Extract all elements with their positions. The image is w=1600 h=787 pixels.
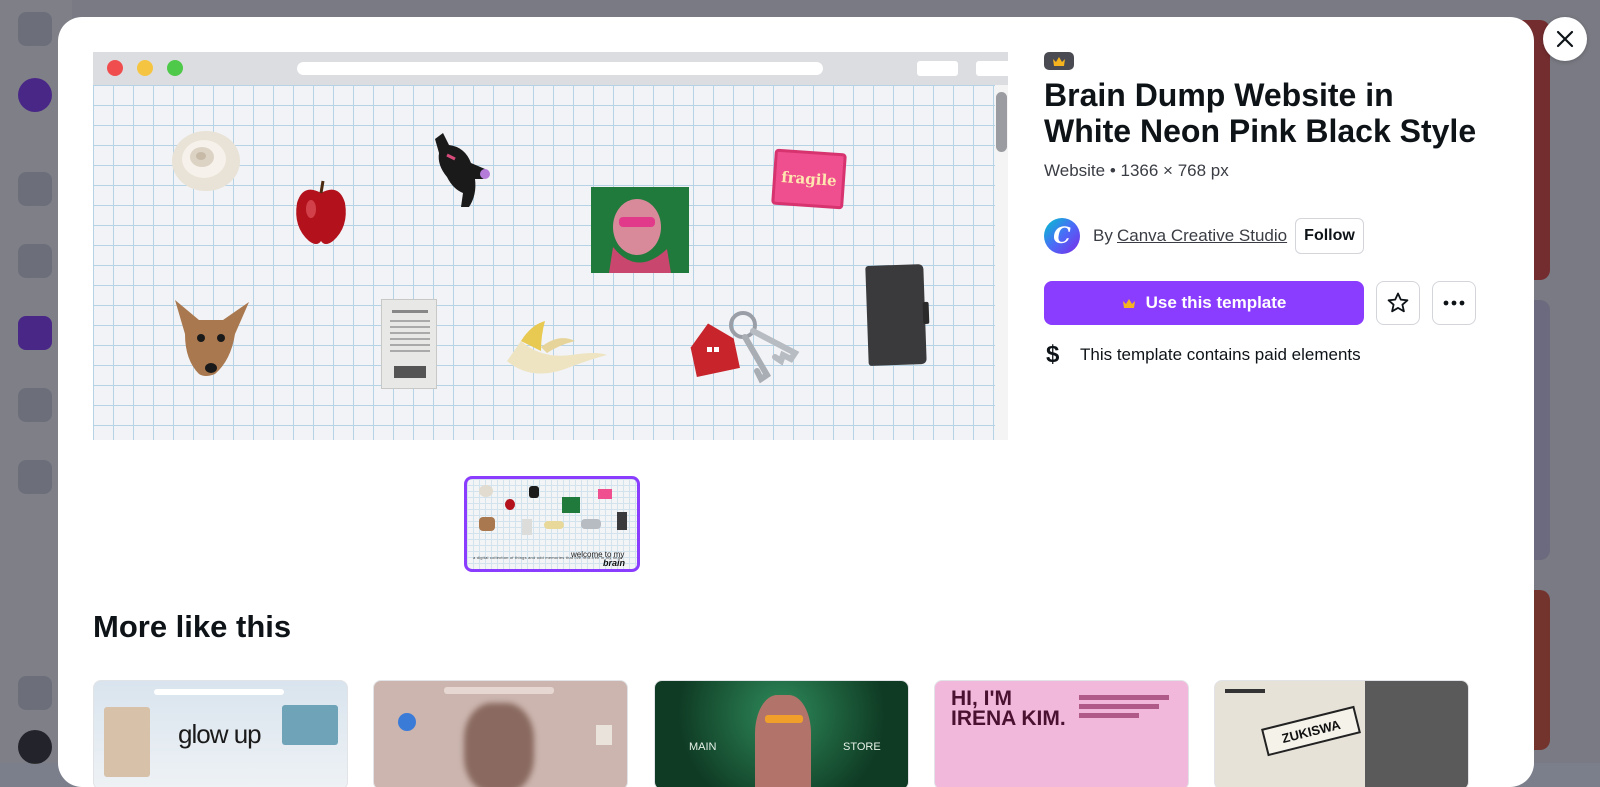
browser-bar [93,52,1008,85]
card-text-line [1079,695,1169,700]
thumb-shell [479,485,493,497]
browser-button [917,61,958,76]
template-card[interactable]: MAIN STORE [654,680,909,787]
fragile-sign: fragile [771,148,847,210]
thumb-receipt [522,519,532,535]
card-title: glow up [178,719,262,749]
more-icon [1443,300,1465,306]
template-card[interactable]: ZUKISWA [1214,680,1469,787]
paid-elements-note: This template contains paid elements [1080,345,1361,364]
card-title: STORE [843,741,881,753]
card-title: ZUKISWA [1261,705,1361,757]
dollar-icon: $ [1046,341,1060,368]
close-button[interactable] [1543,17,1587,61]
template-meta: Website • 1366 × 768 px [1044,161,1229,180]
star-icon [1387,292,1409,313]
crown-icon [1053,56,1065,66]
card-icon [398,713,416,731]
card-photo [282,705,338,745]
url-bar [297,62,823,75]
use-template-label: Use this template [1145,293,1287,312]
browser-button [976,61,1008,76]
canva-logo-icon: C [1053,223,1071,249]
author-avatar[interactable]: C [1044,218,1080,254]
template-modal: fragile a digital collection of things a… [58,17,1534,787]
card-photo [464,703,534,787]
card-title: HI, I'M IRENA KIM. [951,687,1066,730]
more-like-this-heading: More like this [93,609,292,644]
card-text-line [1225,689,1265,693]
favorite-button[interactable] [1376,281,1420,325]
more-options-button[interactable] [1432,281,1476,325]
thumb-cat [529,486,539,498]
card-text-line [1079,704,1159,709]
thumb-notebook [617,512,627,530]
thumb-brain: brain [603,558,626,568]
card-photo [1365,681,1468,787]
window-minimize-dot [137,60,153,76]
grid-canvas: fragile [93,85,995,440]
card-photo [755,695,811,787]
card-text-line [1079,713,1139,718]
notebook-sticker [865,264,930,366]
window-maximize-dot [167,60,183,76]
thumb-photo [562,497,580,513]
template-title: Brain Dump Website in White Neon Pink Bl… [1044,77,1477,149]
receipt-sticker [381,299,437,389]
card-photo [104,707,150,777]
card-nav [444,687,554,694]
card-glasses [765,715,803,723]
cat-sticker [435,133,490,207]
thumb-keys [581,519,601,529]
author-prefix: By [1093,226,1113,245]
thumb-fragile [598,489,612,499]
dog-sticker [175,300,249,376]
close-icon [1556,30,1574,48]
use-template-button[interactable]: Use this template [1044,281,1364,325]
crown-icon [1122,298,1135,308]
template-card[interactable] [373,680,628,787]
follow-button[interactable]: Follow [1295,218,1364,254]
banana-sticker [507,321,607,374]
shell-sticker [172,131,240,191]
keys-sticker [690,311,800,384]
apple-sticker [296,180,346,244]
thumb-banana [544,521,564,529]
card-nav [154,689,284,695]
template-card[interactable]: glow up [93,680,348,787]
template-card[interactable]: HI, I'M IRENA KIM. [934,680,1189,787]
author-link[interactable]: Canva Creative Studio [1117,226,1287,246]
page-thumbnail[interactable]: a digital collection of things and odd m… [464,476,640,572]
card-icon [596,725,612,745]
thumb-apple [505,499,515,510]
premium-badge [1044,52,1074,70]
preview-scrollbar-thumb[interactable] [996,92,1007,152]
portrait-photo [591,187,689,273]
card-title: MAIN [689,741,717,753]
window-close-dot [107,60,123,76]
template-preview: fragile [93,52,1008,440]
thumb-dog [479,517,495,531]
